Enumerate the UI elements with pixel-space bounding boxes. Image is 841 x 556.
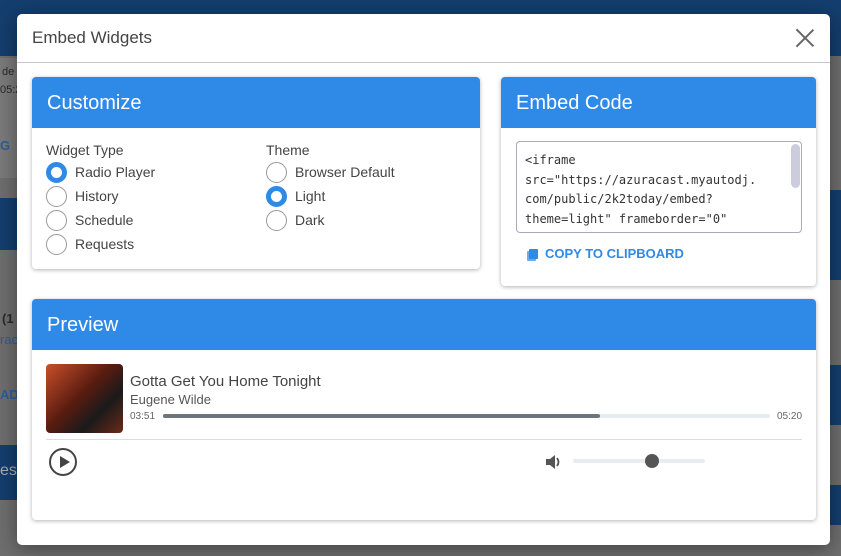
customize-card: Customize Widget Type Radio Player Histo… (32, 77, 480, 269)
radio-player: Gotta Get You Home Tonight Eugene Wilde … (32, 350, 816, 520)
divider (46, 439, 802, 440)
copy-label: COPY TO CLIPBOARD (545, 246, 684, 261)
radio-label: Schedule (75, 212, 134, 228)
background-text: AD (0, 387, 19, 402)
radio-unchecked-icon (266, 209, 287, 231)
copy-to-clipboard-button[interactable]: COPY TO CLIPBOARD (529, 246, 684, 261)
embed-code-textarea[interactable]: <iframe src="https://azuracast.myautodj.… (516, 141, 802, 233)
radio-label: History (75, 188, 119, 204)
volume-slider-handle[interactable] (645, 454, 660, 468)
embed-widgets-modal: Embed Widgets Customize Widget Type Radi… (17, 14, 830, 545)
background-text: G (0, 138, 11, 153)
radio-dark[interactable]: Dark (266, 208, 395, 232)
radio-label: Browser Default (295, 164, 395, 180)
background-text: es (0, 462, 17, 479)
theme-group: Theme Browser Default Light Dark (266, 142, 395, 232)
widget-type-group: Widget Type Radio Player History Schedul… (46, 142, 155, 256)
background-panel (0, 198, 17, 250)
radio-unchecked-icon (46, 233, 67, 255)
background-text: rac (0, 332, 19, 347)
radio-unchecked-icon (46, 209, 67, 231)
play-button[interactable] (49, 448, 77, 476)
radio-unchecked-icon (266, 161, 287, 183)
background-panel (830, 485, 841, 525)
copy-icon (529, 248, 538, 259)
radio-browser-default[interactable]: Browser Default (266, 160, 395, 184)
scrollbar[interactable] (791, 144, 800, 188)
radio-schedule[interactable]: Schedule (46, 208, 155, 232)
duration-time: 05:20 (777, 411, 803, 422)
radio-label: Requests (75, 236, 135, 252)
song-title: Gotta Get You Home Tonight (130, 373, 321, 390)
radio-label: Dark (295, 212, 325, 228)
background-text: de (2, 66, 15, 78)
preview-card: Preview Gotta Get You Home Tonight Eugen… (32, 299, 816, 520)
progress-bar[interactable] (163, 414, 770, 418)
elapsed-time: 03:51 (130, 411, 156, 422)
radio-radio-player[interactable]: Radio Player (46, 160, 155, 184)
radio-history[interactable]: History (46, 184, 155, 208)
song-artist: Eugene Wilde (130, 392, 211, 407)
radio-requests[interactable]: Requests (46, 232, 155, 256)
modal-header: Embed Widgets (17, 14, 830, 63)
radio-light[interactable]: Light (266, 184, 395, 208)
background-text: (1 (2, 311, 14, 326)
progress-fill (163, 414, 601, 418)
radio-label: Light (295, 188, 326, 204)
radio-label: Radio Player (75, 164, 156, 180)
background-panel (830, 190, 841, 280)
theme-label: Theme (266, 142, 310, 158)
embed-code-title: Embed Code (501, 77, 816, 128)
radio-unchecked-icon (46, 185, 67, 207)
radio-checked-icon (266, 185, 287, 207)
modal-title: Embed Widgets (32, 28, 152, 47)
close-icon[interactable] (795, 28, 815, 48)
volume-slider[interactable] (573, 454, 705, 468)
radio-checked-icon (46, 161, 67, 183)
volume-icon[interactable] (545, 454, 563, 470)
widget-type-label: Widget Type (46, 142, 124, 158)
background-panel (830, 365, 841, 425)
embed-code-text: <iframe src="https://azuracast.myautodj.… (525, 153, 757, 226)
customize-title: Customize (32, 77, 480, 128)
preview-title: Preview (32, 299, 816, 350)
album-art (46, 364, 123, 433)
embed-code-card: Embed Code <iframe src="https://azuracas… (501, 77, 816, 286)
